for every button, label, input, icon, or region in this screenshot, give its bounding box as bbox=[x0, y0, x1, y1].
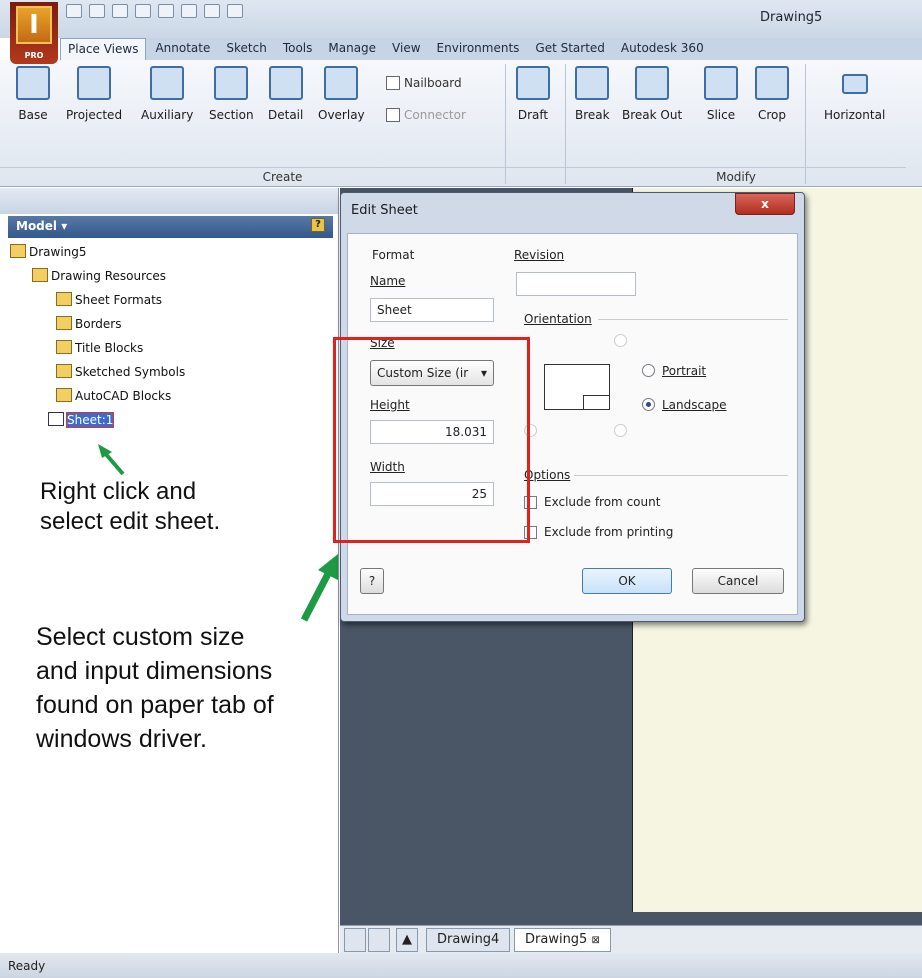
exclude-count-label: Exclude from count bbox=[544, 495, 661, 509]
close-tab-icon[interactable]: ⊠ bbox=[591, 935, 599, 946]
arrow-to-size bbox=[300, 554, 338, 622]
doc-tab-drawing4[interactable]: Drawing4 bbox=[426, 928, 511, 952]
landscape-label: Landscape bbox=[662, 398, 727, 412]
arrow-to-sheet bbox=[98, 444, 125, 476]
format-label: Format bbox=[372, 248, 415, 262]
options-divider bbox=[574, 475, 788, 476]
close-button[interactable]: x bbox=[735, 193, 795, 215]
name-field[interactable]: Sheet bbox=[370, 298, 494, 322]
note-custom-size: Select custom size and input dimensions … bbox=[36, 623, 274, 753]
help-icon: ? bbox=[368, 574, 376, 588]
inventor-logo-icon: I bbox=[16, 6, 52, 44]
cancel-button[interactable]: Cancel bbox=[692, 568, 784, 594]
corner-radio-top[interactable] bbox=[614, 334, 627, 347]
orientation-label: Orientation bbox=[524, 312, 592, 326]
highlight-box bbox=[333, 337, 530, 543]
corner-radio-bottom-right[interactable] bbox=[614, 424, 627, 437]
name-label: Name bbox=[370, 274, 406, 288]
tile-icon[interactable] bbox=[368, 928, 390, 952]
revision-field[interactable] bbox=[516, 272, 636, 296]
doc-tab-drawing5[interactable]: Drawing5 ⊠ bbox=[514, 928, 611, 952]
dialog-help-button[interactable]: ? bbox=[360, 568, 384, 594]
app-edition-badge: PRO bbox=[24, 51, 44, 60]
document-tab-bar: ▲ Drawing4 Drawing5 ⊠ bbox=[340, 925, 922, 953]
title-block-preview bbox=[583, 395, 609, 409]
application-menu-button[interactable]: I PRO bbox=[10, 2, 58, 64]
status-bar: Ready bbox=[0, 953, 922, 978]
orientation-divider bbox=[598, 319, 788, 320]
note-right-click: Right click and select edit sheet. bbox=[40, 478, 221, 535]
tab-menu-icon[interactable]: ▲ bbox=[396, 928, 418, 952]
exclude-printing-label: Exclude from printing bbox=[544, 525, 674, 539]
portrait-radio[interactable] bbox=[642, 364, 655, 377]
ok-button[interactable]: OK bbox=[582, 568, 672, 594]
dialog-title: Edit Sheet bbox=[351, 203, 418, 218]
cascade-icon[interactable] bbox=[344, 928, 366, 952]
options-label: Options bbox=[524, 468, 571, 482]
portrait-label: Portrait bbox=[662, 364, 707, 378]
landscape-radio[interactable] bbox=[642, 398, 655, 411]
sheet-orientation-preview bbox=[544, 364, 610, 410]
revision-label: Revision bbox=[514, 248, 565, 262]
